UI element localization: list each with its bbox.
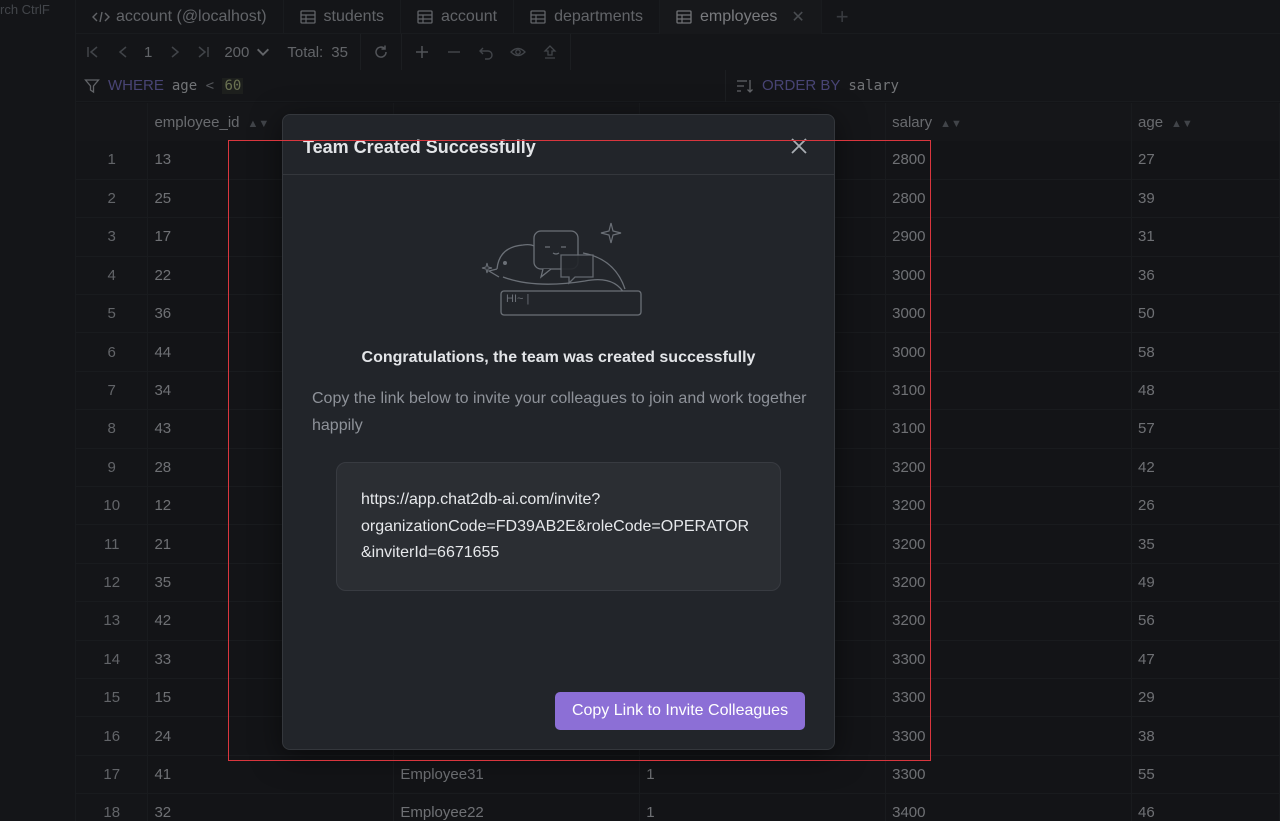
invite-description: Copy the link below to invite your colle… — [312, 390, 807, 434]
congrats-message: Congratulations, the team was created su… — [361, 349, 756, 366]
team-created-dialog: Team Created Successfully HI~ | Congratu… — [282, 114, 835, 750]
invite-link-line: organizationCode=FD39AB2E&roleCode=OPERA… — [361, 517, 750, 535]
chat-bubbles-illustration — [481, 222, 642, 316]
dialog-title: Team Created Successfully — [303, 137, 536, 157]
invite-link-line: https://app.chat2db-ai.com/invite? — [361, 491, 601, 508]
dialog-header: Team Created Successfully — [283, 115, 834, 175]
copy-invite-link-button[interactable]: Copy Link to Invite Colleagues — [555, 692, 805, 730]
invite-link-line: &inviterId=6671655 — [361, 544, 500, 561]
illustration-text: HI~ | — [506, 293, 530, 305]
invite-link-box[interactable]: https://app.chat2db-ai.com/invite? organ… — [336, 462, 781, 591]
close-icon[interactable] — [788, 135, 810, 157]
